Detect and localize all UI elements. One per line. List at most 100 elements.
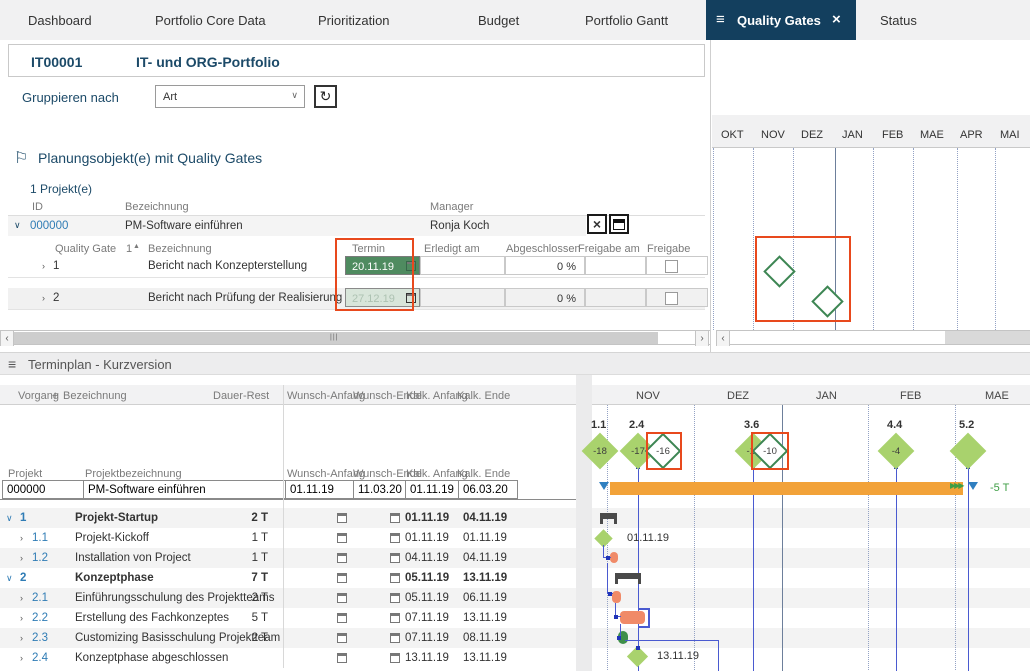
scroll-right-icon[interactable]: ›	[695, 331, 709, 346]
nav-portfolio-core[interactable]: Portfolio Core Data	[155, 13, 266, 28]
projekt-id-input[interactable]	[2, 480, 90, 499]
nav-prioritization[interactable]: Prioritization	[318, 13, 390, 28]
expand-icon[interactable]: ›	[20, 633, 23, 643]
nav-budget[interactable]: Budget	[478, 13, 519, 28]
splitter[interactable]	[576, 375, 592, 671]
col-freigabe-am[interactable]: Freigabe am	[578, 243, 640, 255]
milestone-diamond-1-1[interactable]: -18	[581, 432, 619, 470]
calendar-button[interactable]	[609, 214, 629, 234]
nav-status[interactable]: Status	[880, 13, 917, 28]
wunsch-anfang-input[interactable]	[285, 480, 360, 499]
task-row-2-2[interactable]: › 2.2 Erstellung des Fachkonzeptes 5 T 0…	[0, 608, 576, 628]
calendar-icon[interactable]	[390, 633, 400, 643]
wunsch-ende-input[interactable]	[353, 480, 411, 499]
close-icon[interactable]: ×	[832, 11, 841, 28]
col-abgeschlossen[interactable]: Abgeschlossen	[506, 243, 581, 255]
calendar-icon[interactable]	[390, 513, 400, 523]
kalk-anfang-input[interactable]	[405, 480, 465, 499]
sort-indicator[interactable]: 1	[126, 243, 132, 255]
calendar-icon[interactable]	[390, 553, 400, 563]
delete-button[interactable]: ×	[587, 214, 607, 234]
summary-bar-2[interactable]	[615, 573, 641, 584]
expand-icon[interactable]: ›	[42, 261, 45, 271]
task-row-2-3[interactable]: › 2.3 Customizing Basisschulung Projektt…	[0, 628, 576, 648]
qg-erledigt-field[interactable]	[420, 256, 505, 275]
right-panel-hscrollbar[interactable]: ‹	[716, 330, 1030, 346]
task-row-1-1[interactable]: › 1.1 Projekt-Kickoff 1 T 01.11.19 01.11…	[0, 528, 576, 548]
qg-termin-field[interactable]: 20.11.19	[345, 256, 420, 275]
qg-freigabe-am-field[interactable]	[585, 256, 646, 275]
expand-all-icon[interactable]: +	[52, 390, 58, 402]
scroll-left-icon[interactable]: ‹	[716, 331, 730, 346]
calendar-icon[interactable]	[337, 533, 347, 543]
summary-bar-1[interactable]	[600, 513, 617, 524]
expand-icon[interactable]: ›	[20, 593, 23, 603]
task-bar-1-2[interactable]	[610, 552, 618, 563]
expand-icon[interactable]: ›	[20, 533, 23, 543]
col-termin[interactable]: Termin	[352, 243, 385, 255]
refresh-button[interactable]: ↻	[314, 85, 337, 108]
qg-termin-field[interactable]: 27.12.19	[345, 288, 420, 307]
task-bar-2-1[interactable]	[612, 591, 621, 603]
freigabe-checkbox[interactable]	[665, 260, 678, 273]
col-bezeichnung[interactable]: Bezeichnung	[63, 390, 127, 402]
projekt-name-input[interactable]	[83, 480, 289, 499]
freigabe-checkbox[interactable]	[665, 292, 678, 305]
expand-icon[interactable]: ›	[42, 293, 45, 303]
expand-icon[interactable]: ›	[20, 553, 23, 563]
expand-icon[interactable]: ›	[20, 613, 23, 623]
collapse-icon[interactable]: ∨	[6, 573, 13, 584]
task-no[interactable]: 1.2	[32, 552, 48, 564]
project-row[interactable]: ∨ 000000 PM-Software einführen Ronja Koc…	[8, 216, 586, 236]
calendar-icon[interactable]	[390, 653, 400, 663]
qg-freigabe-am-field[interactable]	[585, 288, 646, 307]
task-no[interactable]: 1	[20, 512, 26, 524]
calendar-icon[interactable]	[337, 653, 347, 663]
collapse-icon[interactable]: ∨	[14, 220, 21, 231]
nav-dashboard[interactable]: Dashboard	[28, 13, 92, 28]
hamburger-icon[interactable]: ≡	[8, 356, 16, 372]
calendar-icon[interactable]	[390, 613, 400, 623]
task-no[interactable]: 1.1	[32, 532, 48, 544]
project-id-link[interactable]: 000000	[30, 220, 68, 232]
calendar-icon[interactable]	[390, 573, 400, 583]
task-row-1-2[interactable]: › 1.2 Installation von Project 1 T 04.11…	[0, 548, 576, 568]
task-row-1[interactable]: ∨ 1 Projekt-Startup 2 T 01.11.19 04.11.1…	[0, 508, 576, 528]
qg-row-1[interactable]: › 1 Bericht nach Konzepterstellung 20.11…	[8, 256, 708, 278]
col-erledigt-am[interactable]: Erledigt am	[424, 243, 480, 255]
calendar-icon[interactable]	[390, 533, 400, 543]
col-quality-gate[interactable]: Quality Gate	[55, 243, 116, 255]
qg-abgeschlossen-field[interactable]: 0 %	[505, 256, 585, 275]
task-no[interactable]: 2.1	[32, 592, 48, 604]
nav-portfolio-gantt[interactable]: Portfolio Gantt	[585, 13, 668, 28]
col-kalk-ende[interactable]: Kalk. Ende	[457, 390, 510, 402]
milestone-diamond-4-4[interactable]: -4	[877, 432, 915, 470]
task-no[interactable]: 2.2	[32, 612, 48, 624]
qg-abgeschlossen-field[interactable]: 0 %	[505, 288, 585, 307]
left-panel-hscrollbar[interactable]: ‹ ||| ›	[0, 330, 710, 346]
task-row-2[interactable]: ∨ 2 Konzeptphase 7 T 05.11.19 13.11.19	[0, 568, 576, 588]
hamburger-icon[interactable]: ≡	[716, 11, 725, 28]
tab-quality-gates[interactable]: ≡ Quality Gates ×	[706, 0, 856, 40]
task-no[interactable]: 2	[20, 572, 26, 584]
expand-icon[interactable]: ›	[20, 653, 23, 663]
calendar-icon[interactable]	[337, 513, 347, 523]
col-freigabe[interactable]: Freigabe	[647, 243, 690, 255]
qg-row-2[interactable]: › 2 Bericht nach Prüfung der Realisierun…	[8, 288, 708, 310]
milestone-diamond-5-2[interactable]	[949, 432, 987, 470]
scrollbar-thumb[interactable]: |||	[14, 332, 658, 344]
calendar-icon[interactable]	[337, 633, 347, 643]
task-row-2-4[interactable]: › 2.4 Konzeptphase abgeschlossen 13.11.1…	[0, 648, 576, 668]
qg-erledigt-field[interactable]	[420, 288, 505, 307]
quality-gate-marker-1[interactable]	[763, 255, 796, 288]
task-no[interactable]: 2.4	[32, 652, 48, 664]
scrollbar-track[interactable]	[945, 331, 1030, 344]
col-qg-bezeichnung[interactable]: Bezeichnung	[148, 243, 212, 255]
project-bar[interactable]	[610, 482, 963, 495]
group-by-select[interactable]: Art ∨	[155, 85, 305, 108]
calendar-icon[interactable]	[390, 593, 400, 603]
col-dauer-rest[interactable]: Dauer-Rest	[213, 390, 269, 402]
calendar-icon[interactable]	[406, 293, 416, 303]
calendar-icon[interactable]	[337, 573, 347, 583]
collapse-icon[interactable]: ∨	[6, 513, 13, 524]
